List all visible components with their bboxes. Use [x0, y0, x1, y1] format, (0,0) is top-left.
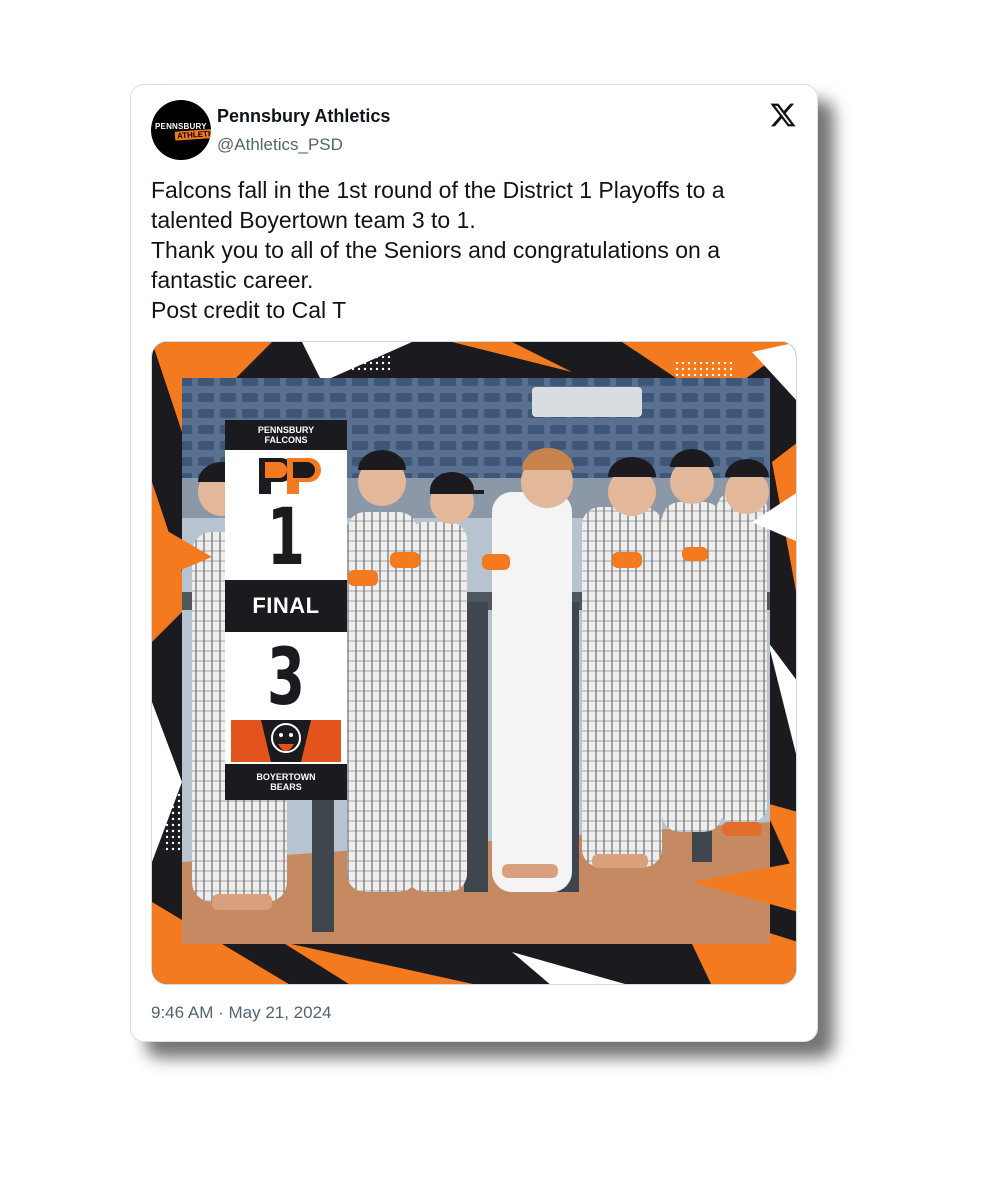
- tweet-text-line: Thank you to all of the Seniors and cong…: [151, 237, 720, 263]
- tweet-card: PENNSBURY ATHLETICS Pennsbury Athletics …: [130, 84, 818, 1042]
- tweet-text-line: Falcons fall in the 1st round of the Dis…: [151, 177, 725, 203]
- avatar[interactable]: PENNSBURY ATHLETICS: [151, 100, 211, 160]
- tweet-text-line: Post credit to Cal T: [151, 297, 347, 323]
- home-team-line: FALCONS: [264, 435, 308, 445]
- tweet-text: Falcons fall in the 1st round of the Dis…: [151, 175, 801, 325]
- tweet-timestamp[interactable]: 9:46 AM · May 21, 2024: [151, 1003, 332, 1023]
- home-team-name: PENNSBURY FALCONS: [225, 420, 347, 450]
- author-handle[interactable]: @Athletics_PSD: [217, 135, 343, 155]
- tweet-media-image[interactable]: PENNSBURY FALCONS 1 FINAL 3 BOYERTOWN BE…: [151, 341, 797, 985]
- home-team-line: PENNSBURY: [257, 425, 315, 435]
- home-score: 1: [267, 493, 305, 583]
- away-team-name: BOYERTOWN BEARS: [225, 764, 347, 800]
- home-score-panel: 1: [225, 450, 347, 580]
- away-score-panel: 3: [225, 632, 347, 764]
- final-status: FINAL: [225, 580, 347, 632]
- scoreboard: PENNSBURY FALCONS 1 FINAL 3 BOYERTOWN BE…: [225, 420, 347, 800]
- away-score: 3: [267, 633, 305, 723]
- pennsbury-logo-icon: [259, 458, 321, 494]
- tweet-text-line: talented Boyertown team 3 to 1.: [151, 207, 476, 233]
- away-team-line: BOYERTOWN: [256, 772, 316, 782]
- away-team-line: BEARS: [270, 782, 302, 792]
- x-logo-icon[interactable]: [769, 101, 797, 129]
- tweet-text-line: fantastic career.: [151, 267, 314, 293]
- boyertown-bear-logo-icon: [231, 720, 341, 762]
- author-name[interactable]: Pennsbury Athletics: [217, 106, 390, 127]
